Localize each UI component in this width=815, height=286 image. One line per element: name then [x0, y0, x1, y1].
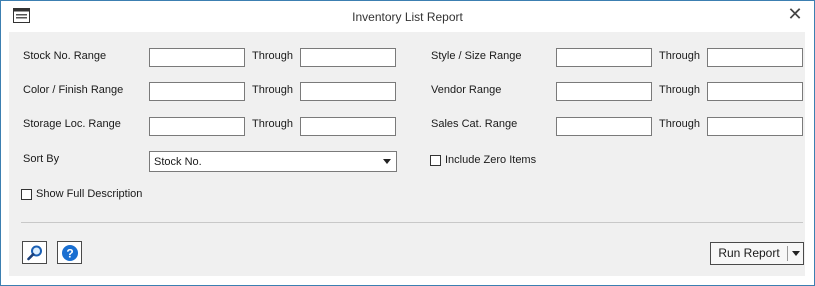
- style-size-to-input[interactable]: [707, 48, 803, 67]
- vendor-to-input[interactable]: [707, 82, 803, 101]
- sales-cat-through-label: Through: [659, 118, 700, 130]
- close-button[interactable]: ✕: [784, 4, 806, 24]
- style-size-through-label: Through: [659, 50, 700, 62]
- vendor-through-label: Through: [659, 84, 700, 96]
- help-icon: ?: [62, 245, 78, 261]
- storage-loc-through-label: Through: [252, 118, 293, 130]
- sales-cat-to-input[interactable]: [707, 117, 803, 136]
- include-zero-items-checkbox[interactable]: [430, 155, 441, 166]
- stock-no-to-input[interactable]: [300, 48, 396, 67]
- run-report-dropdown-button[interactable]: [788, 243, 803, 264]
- sort-by-value: Stock No.: [154, 156, 202, 168]
- stock-no-from-input[interactable]: [149, 48, 245, 67]
- color-finish-to-input[interactable]: [300, 82, 396, 101]
- title-bar: Inventory List Report ✕: [1, 1, 814, 31]
- storage-loc-range-label: Storage Loc. Range: [23, 118, 121, 130]
- help-button[interactable]: ?: [57, 241, 82, 264]
- chevron-down-icon: [792, 251, 800, 256]
- color-finish-range-label: Color / Finish Range: [23, 84, 124, 96]
- color-finish-from-input[interactable]: [149, 82, 245, 101]
- color-finish-through-label: Through: [252, 84, 293, 96]
- svg-text:?: ?: [66, 247, 73, 261]
- footer-divider: [21, 222, 803, 223]
- stock-no-range-label: Stock No. Range: [23, 50, 107, 62]
- vendor-range-label: Vendor Range: [431, 84, 502, 96]
- report-options-panel: Stock No. Range Through Color / Finish R…: [9, 32, 805, 276]
- show-full-description-checkbox[interactable]: [21, 189, 32, 200]
- close-icon: ✕: [787, 4, 803, 24]
- stock-no-through-label: Through: [252, 50, 293, 62]
- include-zero-items-label: Include Zero Items: [445, 154, 537, 166]
- magnifier-icon: [27, 245, 42, 261]
- sort-by-label: Sort By: [23, 153, 60, 165]
- run-report-button[interactable]: Run Report: [711, 243, 787, 264]
- sales-cat-from-input[interactable]: [556, 117, 652, 136]
- report-window: Inventory List Report ✕ Stock No. Range …: [0, 0, 815, 286]
- storage-loc-to-input[interactable]: [300, 117, 396, 136]
- chevron-down-icon: [383, 159, 391, 164]
- window-title: Inventory List Report: [352, 10, 463, 24]
- storage-loc-from-input[interactable]: [149, 117, 245, 136]
- style-size-range-label: Style / Size Range: [431, 50, 522, 62]
- show-full-description-label: Show Full Description: [36, 188, 143, 200]
- vendor-from-input[interactable]: [556, 82, 652, 101]
- style-size-from-input[interactable]: [556, 48, 652, 67]
- sort-by-select[interactable]: Stock No.: [149, 151, 397, 172]
- run-report-split-button: Run Report: [710, 242, 804, 265]
- search-button[interactable]: [22, 241, 47, 264]
- sales-cat-range-label: Sales Cat. Range: [431, 118, 518, 130]
